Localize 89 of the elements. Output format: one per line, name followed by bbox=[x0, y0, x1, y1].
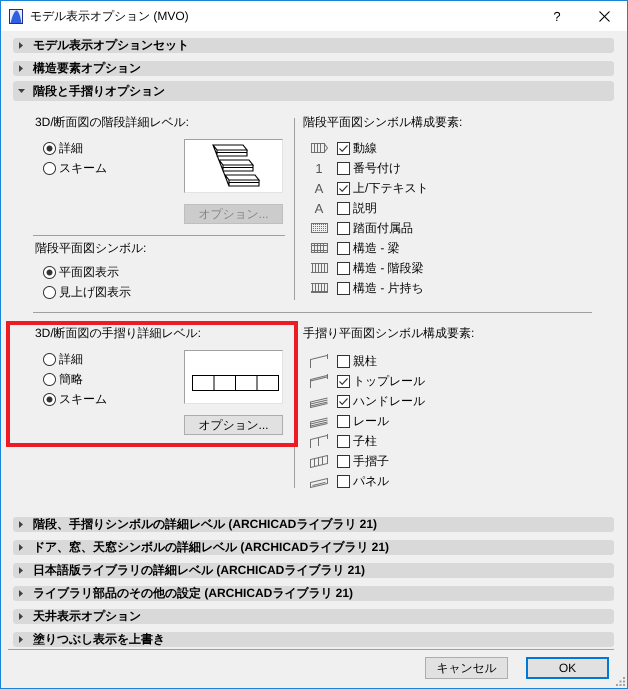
radio-button[interactable] bbox=[43, 372, 56, 386]
checkbox-label: 構造 - 階段梁 bbox=[353, 260, 424, 276]
checkbox[interactable] bbox=[337, 474, 350, 488]
disclosure-triangle-icon bbox=[19, 521, 23, 528]
underlined-bars-icon bbox=[310, 283, 328, 293]
radio-label: 簡略 bbox=[59, 370, 83, 388]
checkbox[interactable] bbox=[337, 434, 350, 448]
checkbox-label: パネル bbox=[353, 472, 389, 490]
post-frame-icon bbox=[310, 434, 328, 448]
checkbox-label: 番号付け bbox=[353, 160, 401, 176]
checkbox[interactable] bbox=[337, 282, 350, 294]
checkbox[interactable] bbox=[337, 162, 350, 174]
checkbox-label: 説明 bbox=[353, 200, 377, 216]
section-header[interactable]: 階段と手摺りオプション bbox=[13, 81, 614, 101]
striped-arrow-icon bbox=[310, 143, 328, 153]
rail-frame-icon bbox=[310, 374, 328, 388]
checkbox-label: 構造 - 梁 bbox=[353, 240, 400, 256]
section-header[interactable]: 日本語版ライブラリの詳細レベル (ARCHICADライブラリ 21) bbox=[13, 563, 614, 578]
dotted-grid-icon bbox=[310, 223, 328, 233]
checkbox[interactable] bbox=[337, 242, 350, 254]
disclosure-triangle-icon bbox=[18, 89, 25, 93]
checkbox[interactable] bbox=[337, 454, 350, 468]
checkbox-label: 手摺子 bbox=[353, 452, 389, 470]
section-header[interactable]: 天井表示オプション bbox=[13, 609, 614, 624]
checkbox[interactable] bbox=[337, 262, 350, 274]
radio-button[interactable] bbox=[43, 142, 56, 154]
radio-label: スキーム bbox=[59, 160, 107, 176]
symbol-glyph: A bbox=[314, 200, 324, 216]
bars-icon bbox=[310, 263, 328, 273]
section-header[interactable]: ライブラリ部品のその他の設定 (ARCHICADライブラリ 21) bbox=[13, 586, 614, 601]
section-header[interactable]: 階段、手摺りシンボルの詳細レベル (ARCHICADライブラリ 21) bbox=[13, 517, 614, 532]
disclosure-triangle-icon bbox=[19, 42, 23, 49]
checkbox-label: 構造 - 片持ち bbox=[353, 280, 424, 296]
options-button[interactable]: オプション... bbox=[184, 415, 283, 435]
post-frame-icon bbox=[310, 354, 328, 368]
ok-button[interactable]: OK bbox=[526, 657, 609, 679]
checkbox-label: レール bbox=[353, 412, 389, 430]
symbol-glyph: 1 bbox=[315, 160, 323, 176]
close-icon bbox=[598, 10, 610, 22]
radio-button[interactable] bbox=[43, 392, 56, 406]
checkbox-label: 踏面付属品 bbox=[353, 220, 413, 236]
radio-button[interactable] bbox=[43, 162, 56, 174]
checkbox-label: 動線 bbox=[353, 140, 377, 156]
resize-grip-icon[interactable] bbox=[615, 676, 625, 686]
grid-icon bbox=[310, 243, 328, 253]
stair-drawing bbox=[210, 144, 262, 188]
group-label: 手摺り平面図シンボル構成要素: bbox=[303, 325, 474, 341]
close-button[interactable] bbox=[598, 10, 610, 22]
section-header[interactable]: モデル表示オプションセット bbox=[13, 38, 614, 53]
disclosure-triangle-icon bbox=[19, 65, 23, 72]
radio-label: 平面図表示 bbox=[59, 264, 119, 280]
disclosure-triangle-icon bbox=[19, 590, 23, 597]
radio-button[interactable] bbox=[43, 352, 56, 366]
section-header[interactable]: 塗りつぶし表示を上書き bbox=[13, 632, 614, 647]
checkbox[interactable] bbox=[337, 202, 350, 214]
radio-label: スキーム bbox=[59, 390, 107, 408]
radio-button[interactable] bbox=[43, 286, 56, 298]
checkbox[interactable] bbox=[337, 182, 350, 194]
checkbox[interactable] bbox=[337, 414, 350, 428]
checkbox-label: ハンドレール bbox=[353, 392, 425, 410]
checkbox-label: 親柱 bbox=[353, 352, 377, 370]
radio-label: 詳細 bbox=[59, 140, 83, 156]
window-title: モデル表示オプション (MVO) bbox=[30, 8, 190, 24]
radio-label: 見上げ図表示 bbox=[59, 284, 131, 300]
app-icon bbox=[9, 8, 23, 24]
checkbox[interactable] bbox=[337, 374, 350, 388]
group-label: 3D/断面図の手摺り詳細レベル: bbox=[35, 325, 202, 341]
symbol-glyph: A bbox=[314, 180, 324, 196]
section-header[interactable]: ドア、窓、天窓シンボルの詳細レベル (ARCHICADライブラリ 21) bbox=[13, 540, 614, 555]
disclosure-triangle-icon bbox=[19, 636, 23, 643]
disclosure-triangle-icon bbox=[19, 567, 23, 574]
help-button[interactable]: ? bbox=[551, 7, 563, 25]
checkbox[interactable] bbox=[337, 354, 350, 368]
section-header[interactable]: 構造要素オプション bbox=[13, 61, 614, 76]
disclosure-triangle-icon bbox=[19, 544, 23, 551]
checkbox[interactable] bbox=[337, 394, 350, 408]
group-label: 階段平面図シンボル: bbox=[35, 240, 146, 256]
group-label: 階段平面図シンボル構成要素: bbox=[303, 114, 462, 130]
checkbox[interactable] bbox=[337, 222, 350, 234]
radio-label: 詳細 bbox=[59, 350, 83, 368]
baluster-frame-icon bbox=[310, 454, 328, 468]
checkbox-label: 子柱 bbox=[353, 432, 377, 450]
group-label: 3D/断面図の階段詳細レベル: bbox=[35, 114, 190, 130]
disclosure-triangle-icon bbox=[19, 613, 23, 620]
radio-button[interactable] bbox=[43, 266, 56, 278]
cancel-button[interactable]: キャンセル bbox=[425, 657, 508, 679]
checkbox-label: 上/下テキスト bbox=[353, 180, 428, 196]
checkbox-label: トップレール bbox=[353, 372, 425, 390]
checkbox[interactable] bbox=[337, 142, 350, 154]
